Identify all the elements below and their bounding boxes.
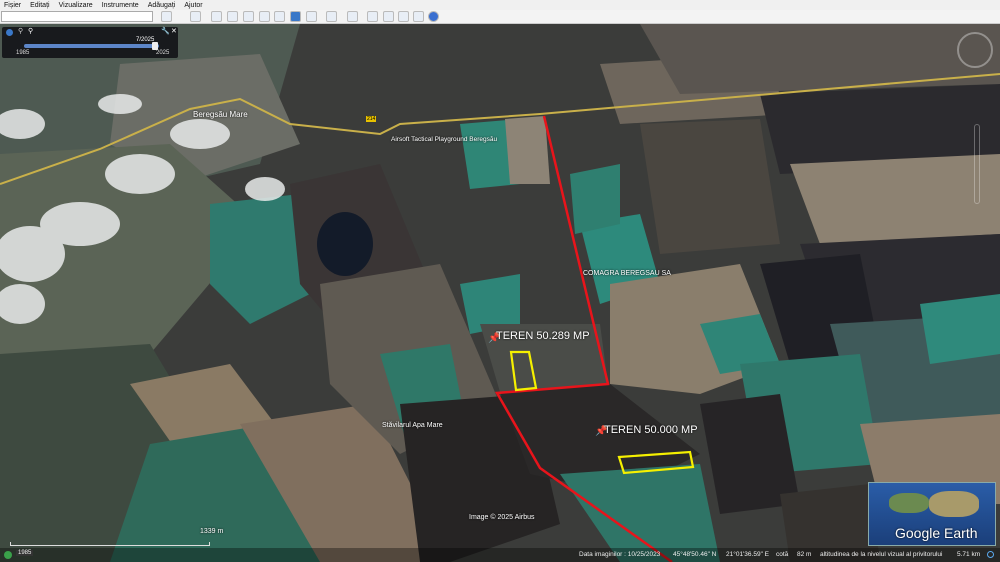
overview-map[interactable]: Google Earth	[868, 482, 996, 546]
email-icon[interactable]	[367, 11, 378, 22]
historical-imagery-panel: ⚲ ⚲ 🔧 ✕ 7/2025 1985 2025	[2, 27, 178, 58]
globe-icon[interactable]	[6, 29, 13, 36]
zoom-slider[interactable]	[974, 124, 980, 204]
time-slider-thumb[interactable]	[152, 42, 158, 50]
town-label[interactable]: Beregsău Mare	[193, 110, 248, 119]
elevation-label: cotă	[776, 551, 789, 558]
eye-altitude-label: altitudinea de la nivelul vizual al priv…	[820, 551, 943, 558]
earth-gallery-icon[interactable]	[428, 11, 439, 22]
longitude: 21°01'36.59" E	[726, 551, 770, 558]
poi-comagra-label[interactable]: COMAGRA BEREGSAU SA	[583, 270, 671, 277]
record-tour-icon[interactable]	[274, 11, 285, 22]
sunlight-icon[interactable]	[306, 11, 317, 22]
print-icon[interactable]	[383, 11, 394, 22]
start-year: 1985	[16, 50, 30, 56]
navigation-controls[interactable]	[957, 32, 993, 68]
zoom-out-icon[interactable]: ⚲	[18, 27, 23, 35]
menu-add[interactable]: Adăugați	[148, 2, 176, 9]
end-year: 2025	[156, 50, 170, 56]
image-date: Data imaginilor : 10/25/2023	[579, 551, 661, 558]
menu-bar: Fișier Editați Vizualizare Instrumente A…	[0, 0, 1000, 10]
eye-altitude: 5.71 km	[957, 551, 981, 558]
elevation: 82 m	[797, 551, 812, 558]
placemark-label[interactable]: TEREN 50.289 MP	[496, 330, 590, 342]
historical-imagery-icon[interactable]	[290, 11, 301, 22]
copyright: Image © 2025 Airbus	[469, 514, 535, 521]
view-in-maps-icon[interactable]	[413, 11, 424, 22]
placemark-label[interactable]: TEREN 50.000 MP	[604, 424, 698, 436]
image-overlay-icon[interactable]	[259, 11, 270, 22]
placemark-icon[interactable]	[211, 11, 222, 22]
settings-wrench-icon[interactable]: 🔧	[161, 27, 170, 35]
menu-file[interactable]: Fișier	[4, 2, 21, 9]
close-icon[interactable]: ✕	[171, 27, 177, 35]
planets-icon[interactable]	[326, 11, 337, 22]
sidebar-toggle-icon[interactable]	[190, 11, 201, 22]
historical-globe-icon[interactable]	[4, 551, 12, 559]
poi-stavilar-label[interactable]: Stăvilarul Apa Mare	[382, 422, 443, 429]
menu-help[interactable]: Ajutor	[184, 2, 202, 9]
status-bar: 1985 Data imaginilor : 10/25/2023 45°48'…	[0, 548, 1000, 562]
search-icon[interactable]	[161, 11, 172, 22]
ruler-icon[interactable]	[347, 11, 358, 22]
road-shield: 214	[366, 116, 377, 122]
save-image-icon[interactable]	[398, 11, 409, 22]
scale-bar	[10, 542, 210, 546]
menu-view[interactable]: Vizualizare	[59, 2, 93, 9]
path-icon[interactable]	[243, 11, 254, 22]
menu-tools[interactable]: Instrumente	[102, 2, 139, 9]
map-view[interactable]: Beregsău Mare Airsoft Tactical Playgroun…	[0, 24, 1000, 562]
latitude: 45°48'50.46" N	[673, 551, 717, 558]
menu-edit[interactable]: Editați	[30, 2, 49, 9]
search-input[interactable]	[1, 11, 153, 22]
zoom-in-icon[interactable]: ⚲	[28, 27, 33, 35]
time-slider[interactable]	[24, 44, 159, 48]
toolbar	[0, 10, 1000, 24]
poi-airsoft-label[interactable]: Airsoft Tactical Playground Beregsău	[391, 136, 497, 143]
satellite-imagery	[0, 24, 1000, 562]
scale-label: 1339 m	[200, 528, 224, 535]
google-earth-logo: Google Earth	[895, 525, 978, 541]
historical-year: 1985	[16, 550, 34, 556]
polygon-icon[interactable]	[227, 11, 238, 22]
loading-indicator-icon	[987, 551, 994, 558]
